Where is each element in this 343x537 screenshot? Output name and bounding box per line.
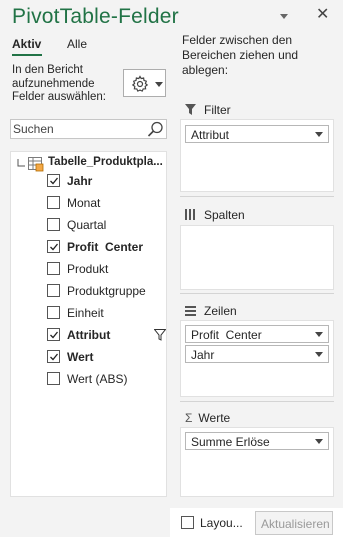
chevron-down-icon[interactable] xyxy=(277,9,291,23)
rows-icon xyxy=(185,306,196,317)
chevron-down-icon[interactable] xyxy=(315,332,323,337)
field-label[interactable]: Produkt xyxy=(67,262,108,276)
field-item-wert-abs[interactable]: Wert (ABS) xyxy=(47,368,166,390)
values-area-header: Σ Werte xyxy=(185,410,230,425)
field-checkbox[interactable] xyxy=(47,262,60,275)
checkmark-icon xyxy=(50,353,59,361)
field-chooser-label: In den Bericht aufzunehmende Felder ausw… xyxy=(12,64,106,103)
table-name[interactable]: Tabelle_Produktpla... xyxy=(48,156,163,168)
search-input[interactable] xyxy=(13,121,143,137)
columns-area-header: Spalten xyxy=(185,207,245,222)
field-checkbox[interactable] xyxy=(47,328,60,341)
field-checkbox[interactable] xyxy=(47,218,60,231)
sigma-icon: Σ xyxy=(185,410,193,425)
rows-drop-area[interactable]: Profit Center Jahr xyxy=(180,320,334,397)
field-label[interactable]: Wert (ABS) xyxy=(67,372,127,386)
values-drop-area[interactable]: Summe Erlöse xyxy=(180,427,334,497)
checkmark-icon xyxy=(50,243,59,251)
filter-area-header: Filter xyxy=(185,102,231,117)
field-item-wert[interactable]: Wert xyxy=(47,346,166,368)
row-item-profit-center[interactable]: Profit Center xyxy=(185,325,329,343)
chevron-down-icon[interactable] xyxy=(315,132,323,137)
field-item-einheit[interactable]: Einheit xyxy=(47,302,166,324)
area-item-label: Profit Center xyxy=(191,328,262,342)
field-checkbox[interactable] xyxy=(47,284,60,297)
chevron-down-icon xyxy=(155,82,163,87)
field-list: Tabelle_Produktpla... Jahr Monat Quartal… xyxy=(10,151,167,497)
filter-area-label: Filter xyxy=(204,102,231,117)
defer-layout-label[interactable]: Layou... xyxy=(200,516,243,530)
chevron-down-icon[interactable] xyxy=(315,352,323,357)
pivottable-fields-pane: PivotTable-Felder ✕ Aktiv Alle In den Be… xyxy=(0,0,343,537)
field-item-jahr[interactable]: Jahr xyxy=(47,170,166,192)
filter-icon xyxy=(185,104,196,116)
table-icon xyxy=(28,157,44,172)
field-checkbox[interactable] xyxy=(47,350,60,363)
field-checkbox[interactable] xyxy=(47,306,60,319)
area-item-label: Attribut xyxy=(191,128,230,142)
field-label[interactable]: Produktgruppe xyxy=(67,284,146,298)
field-checkbox[interactable] xyxy=(47,174,60,187)
field-item-monat[interactable]: Monat xyxy=(47,192,166,214)
field-label[interactable]: Jahr xyxy=(67,174,92,188)
area-divider xyxy=(180,293,334,294)
field-label[interactable]: Quartal xyxy=(67,218,106,232)
row-item-jahr[interactable]: Jahr xyxy=(185,345,329,363)
field-checkbox[interactable] xyxy=(47,196,60,209)
value-item-summe-erloese[interactable]: Summe Erlöse xyxy=(185,432,329,450)
tab-alle[interactable]: Alle xyxy=(67,37,87,51)
columns-icon xyxy=(185,209,195,221)
tab-aktiv[interactable]: Aktiv xyxy=(12,37,41,51)
search-box[interactable] xyxy=(10,119,167,139)
field-item-quartal[interactable]: Quartal xyxy=(47,214,166,236)
values-area-label: Werte xyxy=(198,410,231,425)
search-icon[interactable] xyxy=(147,121,164,138)
checkmark-icon xyxy=(50,177,59,185)
update-button-label: Aktualisieren xyxy=(261,517,330,531)
area-item-label: Summe Erlöse xyxy=(191,435,270,449)
field-item-attribut[interactable]: Attribut xyxy=(47,324,166,346)
tools-button[interactable] xyxy=(123,69,166,97)
field-label[interactable]: Einheit xyxy=(67,306,104,320)
area-item-label: Jahr xyxy=(191,348,215,362)
columns-area-label: Spalten xyxy=(204,207,245,222)
rows-area-label: Zeilen xyxy=(204,303,237,318)
field-label[interactable]: Monat xyxy=(67,196,100,210)
field-checkbox[interactable] xyxy=(47,372,60,385)
update-button[interactable]: Aktualisieren xyxy=(255,511,333,535)
field-item-produktgruppe[interactable]: Produktgruppe xyxy=(47,280,166,302)
chevron-down-icon[interactable] xyxy=(315,439,323,444)
filter-drop-area[interactable]: Attribut xyxy=(180,119,334,192)
gear-icon xyxy=(131,75,149,92)
area-divider xyxy=(180,401,334,402)
filter-item-attribut[interactable]: Attribut xyxy=(185,125,329,143)
defer-layout-checkbox[interactable] xyxy=(181,516,194,529)
areas-instructions: Felder zwischen den Bereichen ziehen und… xyxy=(182,33,299,77)
active-tab-indicator xyxy=(12,54,42,56)
field-label[interactable]: Profit Center xyxy=(67,240,143,254)
pane-title: PivotTable-Felder xyxy=(12,5,179,28)
checkmark-icon xyxy=(50,331,59,339)
collapse-icon[interactable] xyxy=(17,159,25,167)
filter-icon[interactable] xyxy=(154,329,166,341)
field-item-profit-center[interactable]: Profit Center xyxy=(47,236,166,258)
field-checkbox[interactable] xyxy=(47,240,60,253)
close-icon[interactable]: ✕ xyxy=(316,7,329,23)
columns-drop-area[interactable] xyxy=(180,225,334,290)
field-label[interactable]: Attribut xyxy=(67,328,110,342)
rows-area-header: Zeilen xyxy=(185,303,237,318)
area-divider xyxy=(180,196,334,197)
field-label[interactable]: Wert xyxy=(67,350,93,364)
field-item-produkt[interactable]: Produkt xyxy=(47,258,166,280)
